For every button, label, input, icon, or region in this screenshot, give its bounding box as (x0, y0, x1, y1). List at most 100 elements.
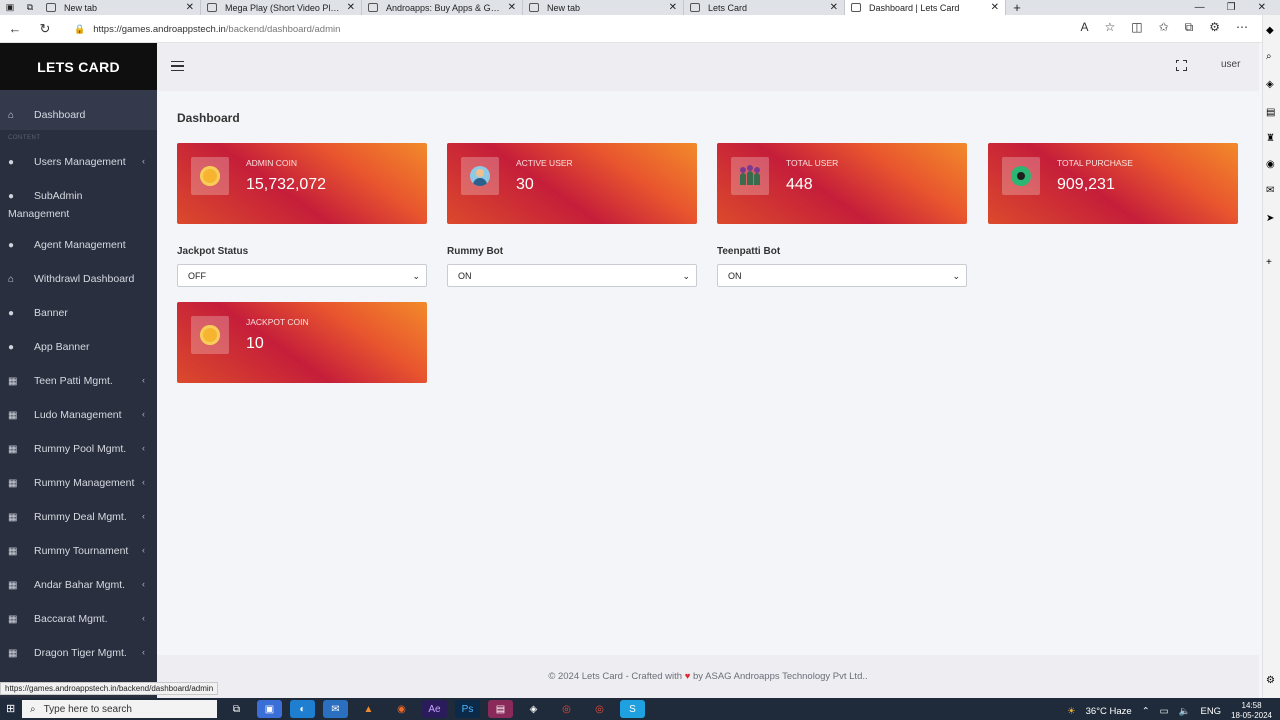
sidebar-item-dragon-tiger[interactable]: ▦ Dragon Tiger Mgmt. ‹ (0, 639, 157, 673)
copilot-icon[interactable]: ◆ (1266, 25, 1274, 36)
teenpatti-bot-label: Teenpatti Bot (717, 246, 781, 257)
browser-tab[interactable]: Androapps: Buy Apps & Games ✕ (362, 0, 523, 15)
figma-icon[interactable]: ◈ (521, 700, 546, 718)
sidebar-item-agent-management[interactable]: ● Agent Management (0, 231, 157, 265)
sidebar-item-rummy-management[interactable]: ▦ Rummy Management ‹ (0, 469, 157, 503)
hamburger-menu-icon[interactable] (171, 61, 184, 71)
favorite-star-icon[interactable]: ☆ (1104, 20, 1115, 35)
browser-tab[interactable]: New tab ✕ (40, 0, 201, 15)
mail-icon[interactable]: ✉ (323, 700, 348, 718)
collections-icon[interactable]: ⧉ (1185, 20, 1194, 35)
sidebar-item-label: Baccarat Mgmt. (34, 613, 108, 625)
sidebar-item-withdrawl-dashboard[interactable]: ⌂ Withdrawl Dashboard (0, 265, 157, 299)
language-indicator[interactable]: ENG (1200, 706, 1221, 717)
more-menu-icon[interactable]: ⋯ (1236, 20, 1248, 35)
skype-icon[interactable]: S (620, 700, 645, 718)
tools-icon[interactable]: ▤ (1266, 107, 1275, 118)
sidebar-item-banner[interactable]: ● Banner (0, 299, 157, 333)
new-tab-button[interactable]: + (1006, 0, 1028, 15)
window-menu-icon[interactable]: ▣ (0, 0, 20, 15)
fullscreen-icon[interactable] (1175, 59, 1187, 71)
settings-gear-icon[interactable]: ⚙ (1266, 675, 1275, 686)
browser-tab[interactable]: Mega Play (Short Video Platform✕ (201, 0, 362, 15)
telegram-icon[interactable]: ➤ (1266, 213, 1274, 224)
chrome-icon[interactable]: ◎ (587, 700, 612, 718)
browser-tab-active[interactable]: Dashboard | Lets Card ✕ (845, 0, 1006, 15)
tab-favicon-icon (529, 3, 539, 12)
sidebar-item-rummy-pool[interactable]: ▦ Rummy Pool Mgmt. ‹ (0, 435, 157, 469)
close-tab-icon[interactable]: ✕ (669, 2, 677, 13)
close-tab-icon[interactable]: ✕ (991, 2, 999, 13)
user-avatar[interactable]: user (1221, 59, 1240, 70)
favorites-icon[interactable]: ✩ (1159, 20, 1169, 35)
close-tab-icon[interactable]: ✕ (508, 2, 516, 13)
network-icon[interactable]: ▭ (1160, 706, 1169, 717)
sidebar-item-subadmin-management[interactable]: ● SubAdmin Management (0, 180, 157, 231)
chevron-left-icon: ‹ (142, 545, 145, 555)
chevron-left-icon: ‹ (142, 613, 145, 623)
edge-icon[interactable]: ◐ (290, 700, 315, 718)
coin-icon (200, 325, 220, 345)
games-icon[interactable]: ♜ (1266, 133, 1275, 144)
refresh-icon[interactable]: ↻ (30, 21, 60, 37)
close-tab-icon[interactable]: ✕ (830, 2, 838, 13)
winrar-icon[interactable]: ▤ (488, 700, 513, 718)
lock-icon[interactable]: 🔒 (74, 24, 85, 35)
photoshop-icon[interactable]: Ps (455, 700, 480, 718)
user-icon: ● (8, 157, 15, 168)
chrome-icon[interactable]: ◎ (554, 700, 579, 718)
user-icon: ● (8, 342, 15, 353)
taskbar-search[interactable]: ⌕ Type here to search (22, 700, 217, 718)
start-button[interactable]: ⊞ (6, 702, 15, 715)
outlook-icon[interactable]: ✉ (1266, 185, 1274, 196)
restore-icon[interactable]: ❐ (1227, 2, 1236, 13)
sidebar-item-teen-patti[interactable]: ▦ Teen Patti Mgmt. ‹ (0, 367, 157, 401)
weather-text[interactable]: 36°C Haze (1086, 706, 1132, 717)
after-effects-icon[interactable]: Ae (422, 700, 447, 718)
brand-logo[interactable]: LETS CARD (0, 43, 157, 90)
add-sidebar-app-icon[interactable]: + (1266, 257, 1272, 268)
sidebar-item-rummy-tournament[interactable]: ▦ Rummy Tournament ‹ (0, 537, 157, 571)
close-tab-icon[interactable]: ✕ (186, 2, 194, 13)
search-icon[interactable]: ⌕ (1266, 51, 1272, 62)
rummy-bot-label: Rummy Bot (447, 246, 504, 257)
close-tab-icon[interactable]: ✕ (347, 2, 355, 13)
task-view-icon[interactable]: ⧉ (224, 700, 249, 718)
vlc-icon[interactable]: ▲ (356, 700, 381, 718)
sidebar-item-app-banner[interactable]: ● App Banner (0, 333, 157, 367)
search-placeholder: Type here to search (43, 703, 132, 715)
read-aloud-icon[interactable]: A (1080, 20, 1088, 35)
teenpatti-bot-select[interactable]: ON ⌄ (717, 264, 967, 287)
stat-card-admin-coin: ADMIN COIN 15,732,072 (177, 143, 427, 224)
url-field[interactable]: 🔒 https://games.androappstech.in/backend… (62, 19, 1062, 39)
sidebar-item-ludo[interactable]: ▦ Ludo Management ‹ (0, 401, 157, 435)
sidebar-item-dashboard[interactable]: ⌂ Dashboard (0, 90, 157, 130)
minimize-icon[interactable]: — (1195, 2, 1205, 13)
stat-label: JACKPOT COIN (246, 317, 309, 327)
sidebar-item-rummy-deal[interactable]: ▦ Rummy Deal Mgmt. ‹ (0, 503, 157, 537)
office-icon[interactable]: ◉ (1266, 159, 1275, 170)
close-window-icon[interactable]: ✕ (1258, 2, 1266, 13)
home-icon: ⌂ (8, 274, 15, 285)
clock[interactable]: 14:58 18-05-2024 (1231, 701, 1272, 720)
grid-icon: ▦ (8, 478, 18, 489)
firefox-icon[interactable]: ◉ (389, 700, 414, 718)
tray-chevron-icon[interactable]: ⌃ (1142, 706, 1150, 717)
split-screen-icon[interactable]: ◫ (1131, 20, 1142, 35)
sidebar-item-baccarat[interactable]: ▦ Baccarat Mgmt. ‹ (0, 605, 157, 639)
browser-tab[interactable]: Lets Card ✕ (684, 0, 845, 15)
jackpot-status-select[interactable]: OFF ⌄ (177, 264, 427, 287)
tag-icon[interactable]: ◈ (1266, 79, 1274, 90)
volume-icon[interactable]: 🔈 (1179, 706, 1191, 717)
back-icon[interactable]: ← (0, 21, 30, 36)
coin-icon (200, 166, 220, 186)
extensions-icon[interactable]: ⚙ (1209, 20, 1220, 35)
store-icon[interactable]: ▣ (257, 700, 282, 718)
sidebar-item-users-management[interactable]: ● Users Management ‹ (0, 146, 157, 180)
sidebar-item-label: Rummy Deal Mgmt. (34, 511, 127, 523)
weather-icon[interactable]: ☀ (1067, 706, 1076, 717)
tab-actions-icon[interactable]: ⧉ (20, 0, 40, 15)
rummy-bot-select[interactable]: ON ⌄ (447, 264, 697, 287)
browser-tab[interactable]: New tab ✕ (523, 0, 684, 15)
sidebar-item-andar-bahar[interactable]: ▦ Andar Bahar Mgmt. ‹ (0, 571, 157, 605)
